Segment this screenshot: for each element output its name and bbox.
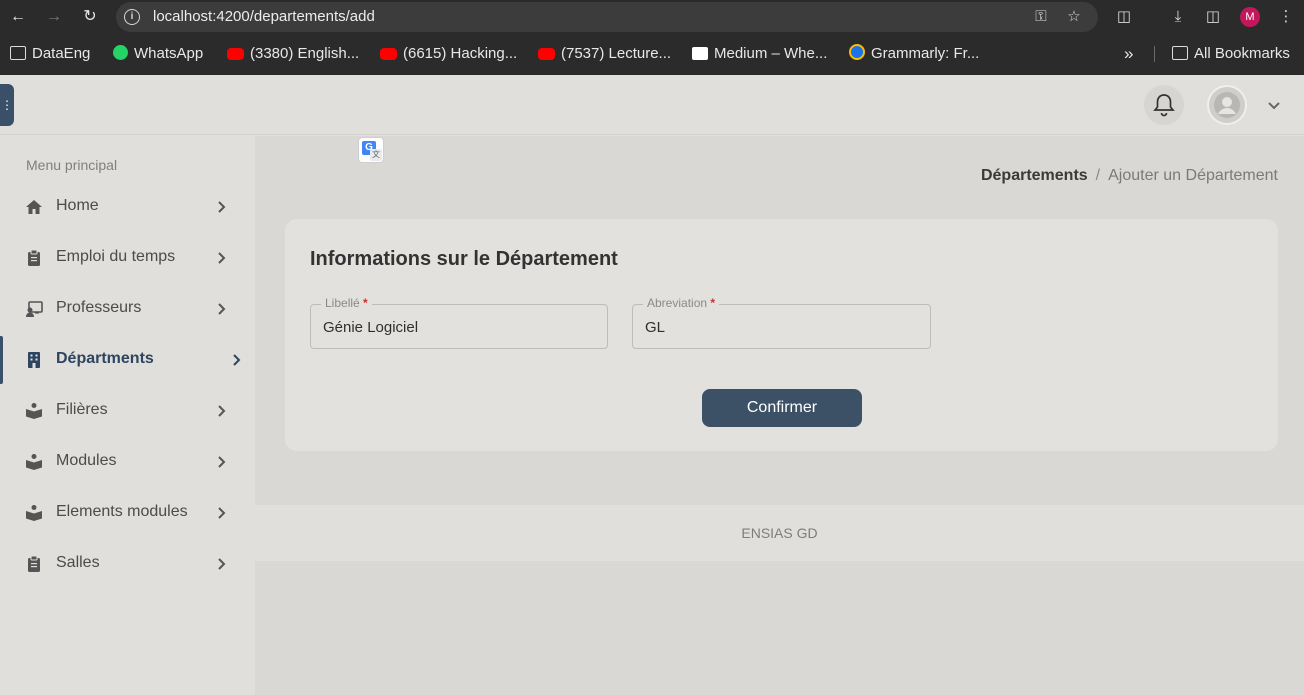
- forward-icon[interactable]: →: [43, 6, 65, 28]
- footer-text: ENSIAS GD: [741, 525, 818, 541]
- back-icon[interactable]: ←: [7, 6, 29, 28]
- clipboard-icon: [28, 555, 40, 572]
- teacher-icon: [26, 301, 43, 317]
- key-icon[interactable]: ⚿: [1031, 7, 1051, 27]
- breadcrumb-current: Ajouter un Département: [1108, 167, 1278, 184]
- bookmark-item[interactable]: Grammarly: Fr...: [849, 44, 979, 64]
- sidebar-item-filieres[interactable]: Filières: [0, 391, 255, 431]
- book-reader-icon: [26, 505, 42, 521]
- sidebar-item-professeurs[interactable]: Professeurs: [0, 289, 255, 329]
- libelle-input[interactable]: [323, 317, 593, 337]
- breadcrumb-parent[interactable]: Départements: [981, 167, 1088, 184]
- extensions-icon[interactable]: ◫: [1114, 7, 1134, 27]
- abreviation-field[interactable]: Abreviation *: [632, 296, 931, 349]
- bookmark-label: DataEng: [32, 45, 91, 62]
- youtube-icon: [227, 48, 244, 60]
- sidebar-title: Menu principal: [26, 157, 118, 173]
- menu-toggle-button[interactable]: ⋮: [0, 84, 14, 126]
- bookmark-item[interactable]: (6615) Hacking...: [380, 44, 517, 64]
- notifications-button[interactable]: [1144, 85, 1184, 125]
- sidebar-item-label: Départments: [56, 350, 154, 367]
- chevron-right-icon: [218, 252, 226, 264]
- all-bookmarks-button[interactable]: All Bookmarks: [1172, 44, 1290, 64]
- libelle-label: Libellé *: [321, 296, 372, 310]
- confirm-button[interactable]: Confirmer: [702, 389, 862, 427]
- building-icon: [28, 352, 40, 368]
- bell-icon: [1153, 94, 1175, 117]
- youtube-icon: [538, 48, 555, 60]
- bookmark-label: (6615) Hacking...: [403, 45, 518, 62]
- bookmark-label: (3380) English...: [250, 45, 360, 62]
- all-bookmarks-label: All Bookmarks: [1194, 45, 1290, 62]
- bookmark-label: WhatsApp: [134, 45, 204, 62]
- chevron-down-icon[interactable]: [1266, 97, 1282, 113]
- chevron-right-icon: [218, 456, 226, 468]
- sidebar-item-emploi-du-temps[interactable]: Emploi du temps: [0, 238, 255, 278]
- more-menu-icon[interactable]: ⋮: [1276, 7, 1296, 27]
- bookmark-label: (7537) Lecture...: [561, 45, 672, 62]
- sidebar-item-label: Emploi du temps: [56, 248, 176, 265]
- breadcrumb: Départements / Ajouter un Département: [981, 167, 1278, 185]
- sidebar-item-label: Professeurs: [56, 299, 142, 316]
- side-panel-icon[interactable]: ◫: [1203, 7, 1223, 27]
- abreviation-label-text: Abreviation: [647, 296, 708, 310]
- required-mark: *: [710, 296, 716, 310]
- sidebar-item-departments[interactable]: Départments: [0, 340, 255, 380]
- divider: [1154, 46, 1155, 62]
- app-header: [0, 75, 1304, 135]
- bookmarks-overflow-icon[interactable]: »: [1124, 44, 1133, 64]
- sidebar-item-modules[interactable]: Modules: [0, 442, 255, 482]
- chevron-right-icon: [233, 354, 241, 366]
- libelle-field[interactable]: Libellé *: [310, 296, 608, 349]
- sidebar-item-salles[interactable]: Salles: [0, 544, 255, 584]
- google-translate-icon[interactable]: G 文: [358, 137, 384, 163]
- download-icon[interactable]: ⤓: [1168, 7, 1188, 27]
- profile-avatar[interactable]: M: [1240, 7, 1260, 27]
- book-reader-icon: [26, 454, 42, 470]
- folder-icon: [1172, 46, 1188, 60]
- folder-icon: [10, 46, 26, 60]
- url-text[interactable]: localhost:4200/departements/add: [153, 8, 375, 25]
- chevron-right-icon: [218, 558, 226, 570]
- page-background: [255, 561, 1304, 695]
- chevron-right-icon: [218, 405, 226, 417]
- breadcrumb-separator: /: [1095, 167, 1101, 184]
- reload-icon[interactable]: ↻: [79, 6, 101, 28]
- bookmark-item[interactable]: WhatsApp: [113, 44, 203, 64]
- chevron-right-icon: [218, 303, 226, 315]
- star-icon[interactable]: ☆: [1064, 7, 1084, 27]
- youtube-icon: [380, 48, 397, 60]
- required-mark: *: [363, 296, 368, 310]
- bookmark-item[interactable]: DataEng: [10, 44, 90, 64]
- bookmark-item[interactable]: (3380) English...: [227, 44, 359, 64]
- sidebar-item-label: Elements modules: [56, 503, 188, 520]
- bookmark-label: Grammarly: Fr...: [871, 45, 980, 62]
- grammarly-icon: [849, 44, 865, 60]
- abreviation-label: Abreviation *: [643, 296, 720, 310]
- clipboard-icon: [28, 249, 40, 266]
- whatsapp-icon: [113, 45, 128, 60]
- abreviation-input[interactable]: [645, 317, 915, 337]
- bookmark-item[interactable]: Medium – Whe...: [692, 44, 827, 64]
- sidebar-item-elements-modules[interactable]: Elements modules: [0, 493, 255, 533]
- user-icon: [1214, 92, 1240, 118]
- form-title: Informations sur le Département: [310, 248, 618, 270]
- chevron-right-icon: [218, 507, 226, 519]
- medium-icon: [692, 47, 708, 60]
- sidebar-item-label: Filières: [56, 401, 108, 418]
- bookmark-item[interactable]: (7537) Lecture...: [538, 44, 671, 64]
- book-reader-icon: [26, 403, 42, 419]
- site-info-icon[interactable]: i: [124, 9, 140, 25]
- sidebar-item-label: Modules: [56, 452, 117, 469]
- bookmark-label: Medium – Whe...: [714, 45, 828, 62]
- libelle-label-text: Libellé: [325, 296, 360, 310]
- chevron-right-icon: [218, 201, 226, 213]
- home-icon: [26, 200, 42, 214]
- sidebar-item-home[interactable]: Home: [0, 187, 255, 227]
- sidebar-item-label: Home: [56, 197, 99, 214]
- translate-t-glyph: 文: [370, 149, 382, 161]
- sidebar-item-label: Salles: [56, 554, 100, 571]
- user-avatar[interactable]: [1207, 85, 1247, 125]
